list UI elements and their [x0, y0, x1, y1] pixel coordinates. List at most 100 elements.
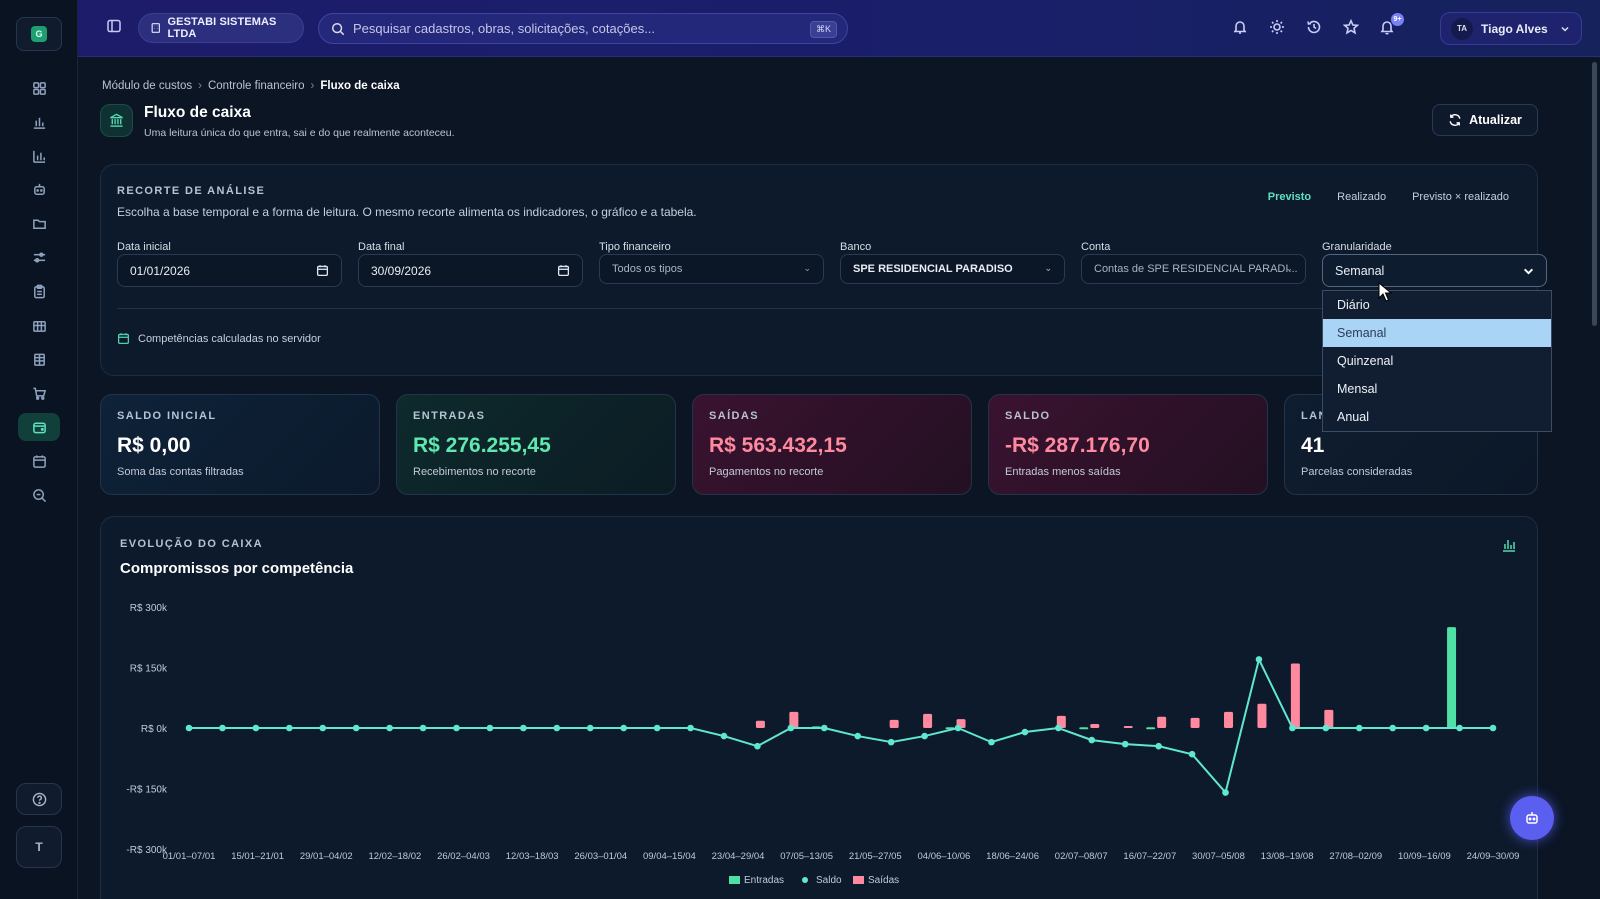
breadcrumb-item[interactable]: Controle financeiro: [208, 80, 305, 92]
sun-icon: [1270, 20, 1284, 34]
point-saldo: [1389, 724, 1396, 732]
sidebar-item-wallet[interactable]: [18, 413, 60, 441]
sidebar-item-calendar[interactable]: [18, 447, 60, 475]
data-inicial-input[interactable]: 01/01/2026: [117, 254, 342, 287]
point-saldo: [720, 732, 728, 740]
kpi-value: 41: [1301, 434, 1325, 457]
server-note-text: Competências calculadas no servidor: [138, 332, 321, 345]
point-saldo: [1322, 724, 1330, 732]
sidebar-item-search[interactable]: [18, 481, 60, 509]
history-button[interactable]: [1306, 19, 1324, 37]
point-saldo: [1255, 656, 1263, 663]
legend-marker: [729, 876, 740, 884]
theme-toggle-button[interactable]: [1269, 19, 1287, 37]
profile-avatar-button[interactable]: T: [16, 826, 62, 868]
user-menu[interactable]: TA Tiago Alves: [1440, 12, 1582, 45]
server-note: Competências calculadas no servidor: [117, 332, 321, 345]
calendar-icon[interactable]: [316, 264, 329, 277]
building-icon: [32, 320, 46, 332]
point-saldo: [520, 724, 527, 732]
point-saldo: [1088, 736, 1096, 744]
x-tick-label: 13/08–19/08: [1261, 851, 1314, 862]
chevron-down-icon: ⌄: [803, 263, 811, 273]
company-selector[interactable]: GESTABI SISTEMAS LTDA: [138, 13, 304, 43]
point-saldo: [1355, 724, 1363, 732]
sidebar-item-chart-column[interactable]: [18, 142, 60, 170]
tipo-financeiro-select[interactable]: Todos os tipos ⌄: [599, 254, 824, 284]
search-shortcut: ⌘K: [809, 21, 837, 38]
x-tick-label: 21/05–27/05: [849, 851, 902, 862]
search-input[interactable]: [353, 21, 793, 36]
kpi-value: -R$ 287.176,70: [1005, 434, 1150, 457]
bar-saidas: [755, 720, 765, 728]
cashflow-chart[interactable]: R$ 300kR$ 150kR$ 0k-R$ 150k-R$ 300k01/01…: [101, 517, 1539, 899]
granularidade-option[interactable]: Quinzenal: [1323, 347, 1551, 375]
sidebar-item-robot[interactable]: [18, 175, 60, 203]
calendar-icon[interactable]: [557, 264, 570, 277]
breadcrumb-item[interactable]: Módulo de custos: [102, 80, 192, 92]
sidebar-toggle-button[interactable]: [106, 18, 126, 38]
point-saldo: [486, 724, 494, 732]
granularidade-option[interactable]: Semanal: [1323, 319, 1551, 347]
point-saldo: [386, 724, 393, 732]
banco-select[interactable]: SPE RESIDENCIAL PARADISO ⌄: [840, 254, 1065, 284]
x-tick-label: 26/03–01/04: [574, 851, 627, 862]
scrollbar-thumb[interactable]: [1592, 62, 1597, 326]
sidebar-item-building[interactable]: [18, 311, 60, 339]
building-alt-icon: [33, 353, 45, 366]
point-saldo: [787, 724, 795, 732]
tab-previsto[interactable]: Previsto: [1268, 191, 1311, 203]
help-button[interactable]: [16, 783, 62, 815]
point-saldo: [319, 724, 327, 732]
point-saldo: [1021, 728, 1029, 736]
sidebar-item-sliders[interactable]: [18, 243, 60, 271]
granularidade-option[interactable]: Mensal: [1323, 375, 1551, 403]
tab-realizado[interactable]: Realizado: [1337, 191, 1386, 203]
sidebar-item-building-alt[interactable]: [18, 345, 60, 373]
point-saldo: [1121, 740, 1129, 748]
sidebar-item-cart[interactable]: [18, 379, 60, 407]
x-tick-label: 01/01–07/01: [163, 851, 216, 862]
company-name: GESTABI SISTEMAS LTDA: [167, 16, 277, 40]
kpi-subtitle: Pagamentos no recorte: [709, 466, 824, 478]
favorites-button[interactable]: [1342, 18, 1361, 37]
global-search[interactable]: ⌘K: [318, 13, 848, 44]
chart-column-icon: [32, 150, 45, 163]
point-saldo: [352, 724, 360, 732]
refresh-icon: [1449, 114, 1461, 126]
wallet-icon: [32, 422, 46, 433]
granularidade-option[interactable]: Diário: [1323, 291, 1551, 319]
bar-saidas: [1190, 717, 1200, 728]
legend-marker: [802, 877, 808, 883]
granularidade-select[interactable]: Semanal: [1322, 254, 1547, 287]
sidebar-item-dashboard[interactable]: [18, 74, 60, 102]
refresh-button[interactable]: Atualizar: [1432, 104, 1538, 136]
sidebar-item-folder[interactable]: [18, 209, 60, 237]
point-saldo: [553, 724, 561, 732]
point-saldo: [988, 738, 995, 746]
granularidade-option[interactable]: Anual: [1323, 403, 1551, 431]
folder-icon: [32, 218, 46, 229]
point-saldo: [820, 724, 828, 732]
point-saldo: [921, 732, 928, 740]
kpi-saidas: SAÍDAS R$ 563.432,15 Pagamentos no recor…: [692, 394, 972, 495]
sidebar-item-clipboard[interactable]: [18, 277, 60, 305]
tipo-financeiro-value: Todos os tipos: [612, 263, 683, 275]
tab-previsto-x-realizado[interactable]: Previsto × realizado: [1412, 191, 1509, 203]
notification-badge: 9+: [1391, 13, 1404, 26]
chart-panel: EVOLUÇÃO DO CAIXA Compromissos por compe…: [100, 516, 1538, 899]
sidebar-item-chart-bar[interactable]: [18, 108, 60, 136]
assistant-fab-button[interactable]: [1510, 796, 1554, 840]
legend-label: Saídas: [868, 875, 899, 886]
chevron-down-icon: ⌄: [1285, 263, 1293, 273]
data-final-input[interactable]: 30/09/2026: [358, 254, 583, 287]
point-saldo: [854, 732, 862, 740]
conta-select[interactable]: Contas de SPE RESIDENCIAL PARADI... ⌄: [1081, 254, 1306, 284]
star-icon: [1342, 18, 1360, 35]
cart-icon: [32, 387, 46, 400]
granularidade-label: Granularidade: [1322, 241, 1392, 253]
app-logo[interactable]: G: [16, 17, 62, 51]
alarm-button[interactable]: [1232, 19, 1250, 37]
kpi-saldo-inicial: SALDO INICIAL R$ 0,00 Soma das contas fi…: [100, 394, 380, 495]
mouse-cursor-icon: [1378, 282, 1392, 302]
